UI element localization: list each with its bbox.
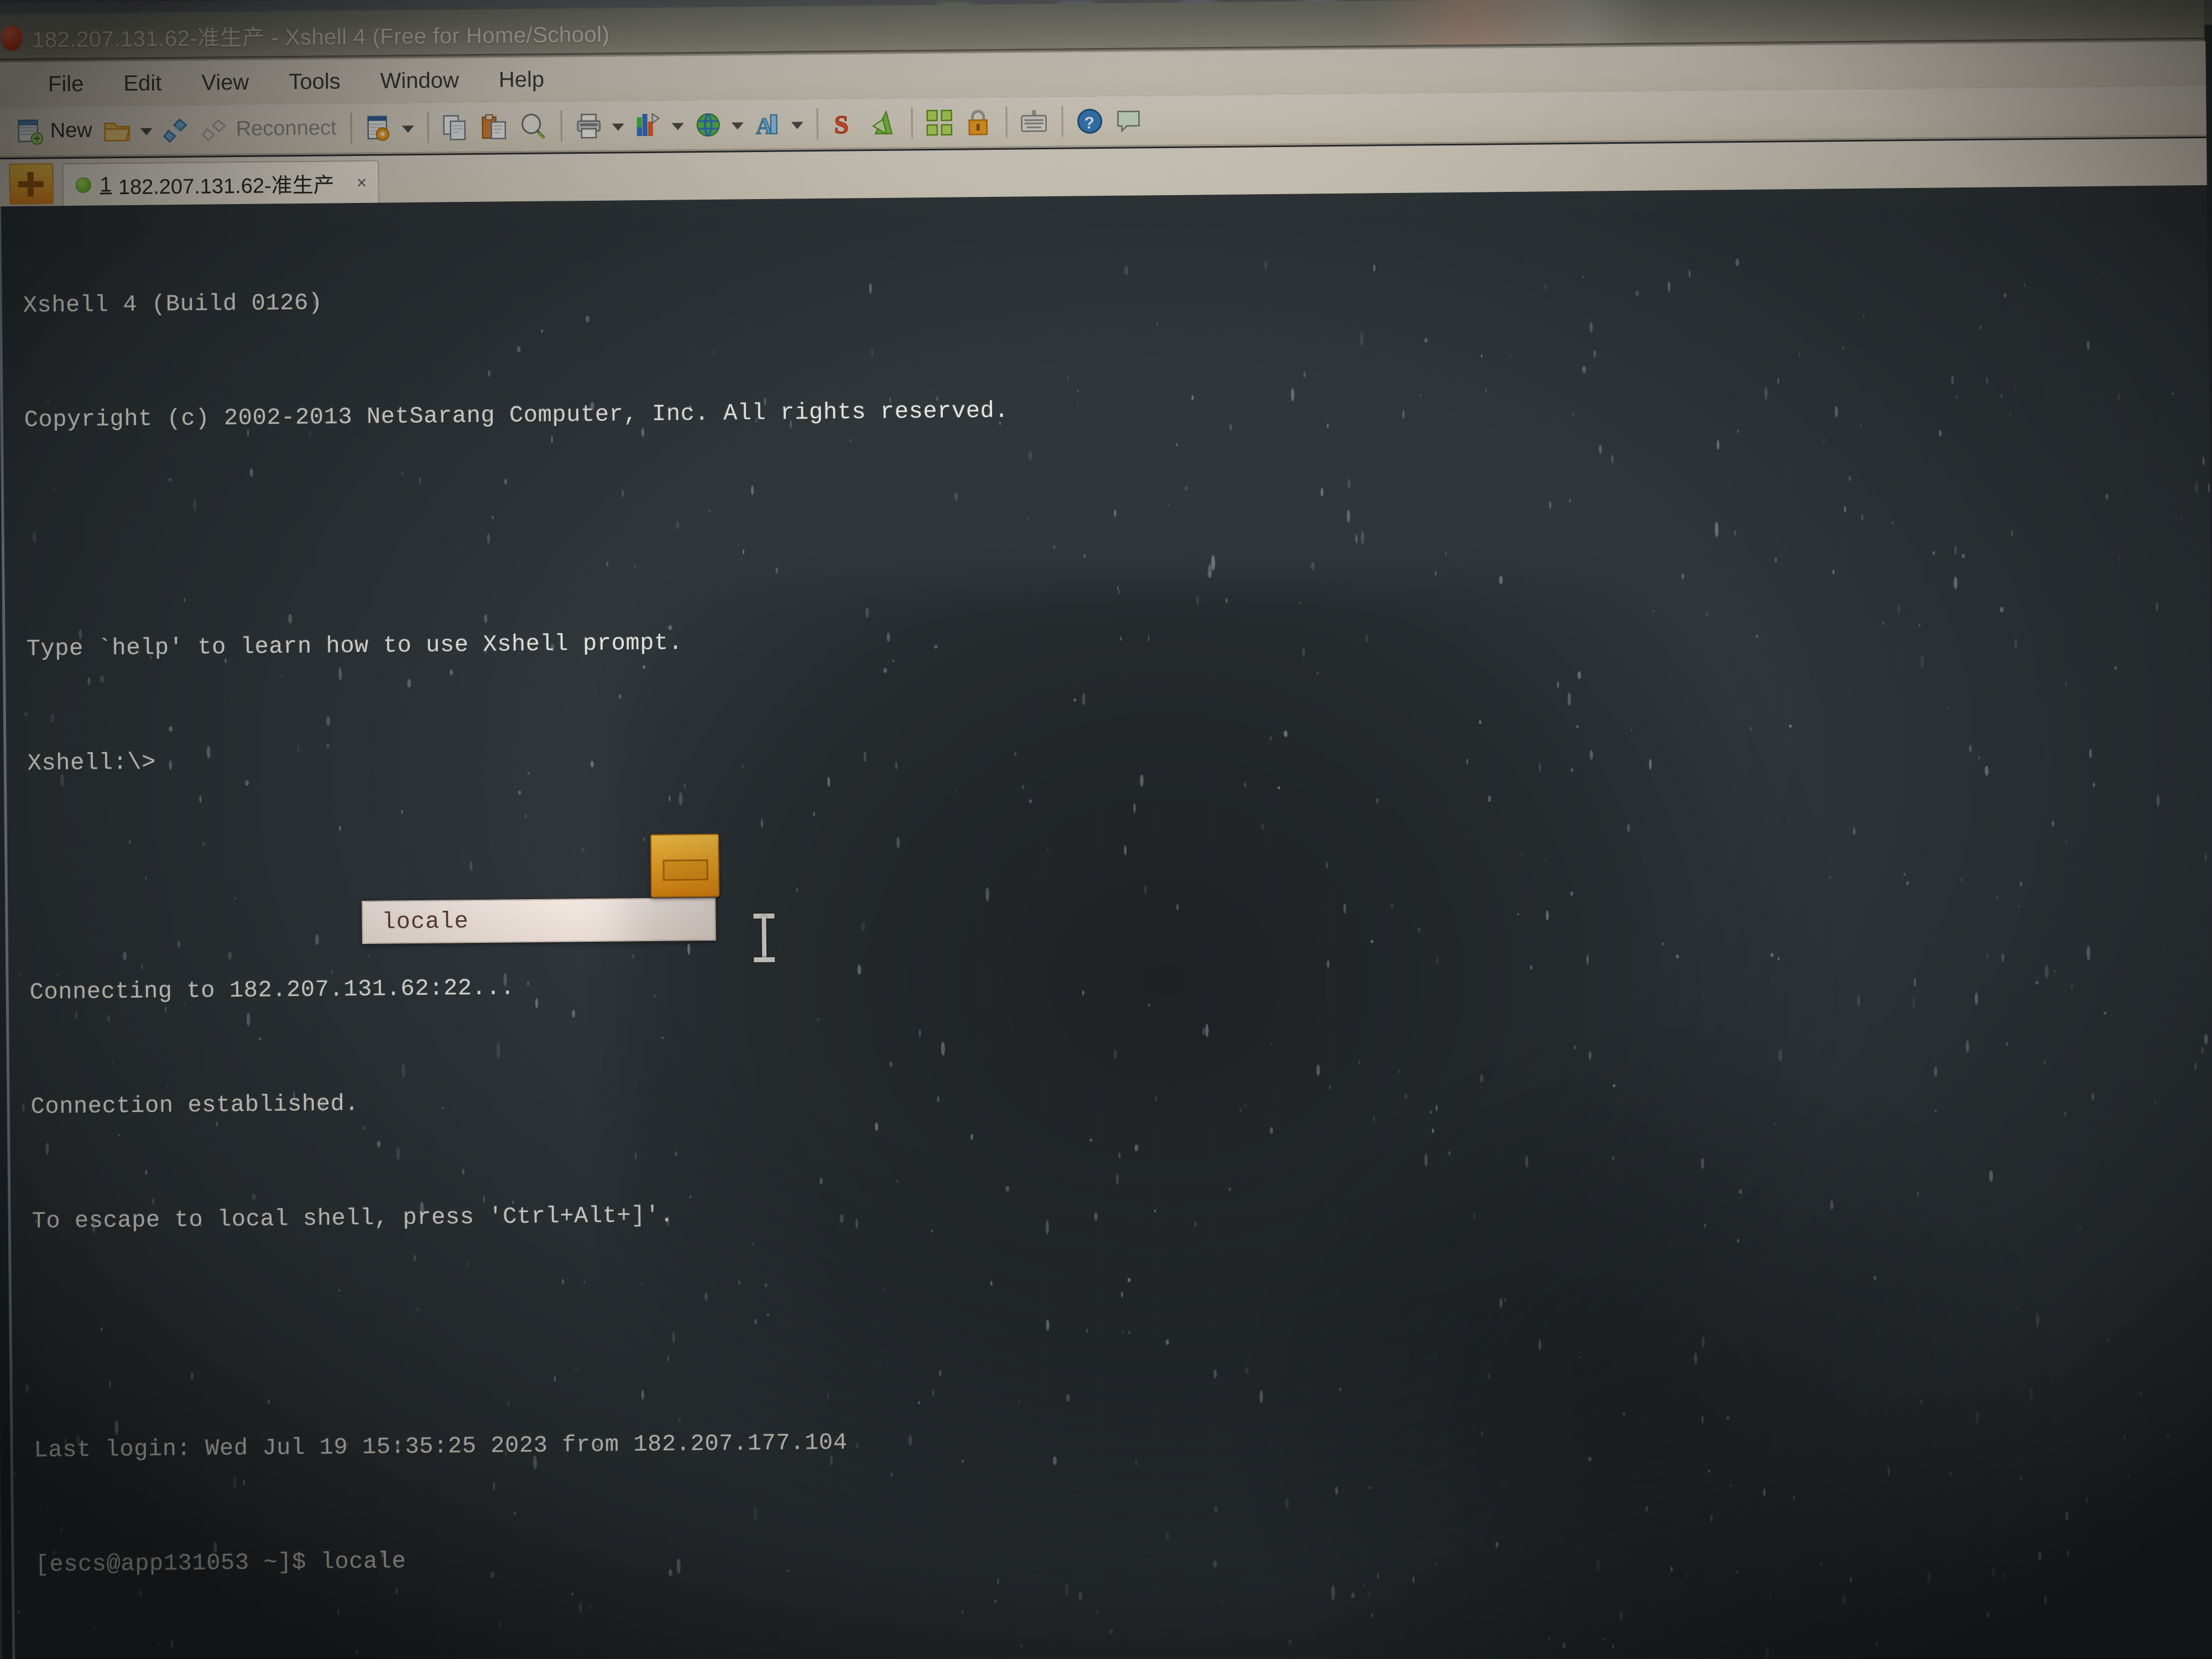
terminal-line: Connection established. xyxy=(30,1091,359,1120)
toolbar-separator xyxy=(816,108,818,139)
window-title: 182.207.131.62-准生产 - Xshell 4 (Free for … xyxy=(32,22,610,53)
tab-session-1[interactable]: 1 182.207.131.62-准生产 × xyxy=(62,160,379,207)
menu-help[interactable]: Help xyxy=(493,64,550,96)
comment-button[interactable] xyxy=(1109,100,1147,142)
plus-icon xyxy=(27,171,34,197)
print-button[interactable] xyxy=(570,105,608,147)
new-session-icon xyxy=(18,119,44,145)
find-button[interactable] xyxy=(514,106,552,147)
terminal-output[interactable]: Xshell 4 (Build 0126) Copyright (c) 2002… xyxy=(1,185,2212,1659)
ibeam-stem xyxy=(761,915,767,961)
xftp-icon xyxy=(872,109,893,135)
menu-file[interactable]: File xyxy=(43,68,90,100)
keyboard-icon xyxy=(1021,109,1047,132)
chart-button[interactable] xyxy=(629,105,667,146)
xshell-logo-icon xyxy=(0,23,24,53)
terminal-line-command: [escs@app131053 ~]$ locale xyxy=(35,1548,406,1578)
reconnect-button[interactable]: Reconnect xyxy=(196,108,341,150)
command-text: locale xyxy=(382,908,469,936)
session-manager-icon xyxy=(163,118,187,143)
reconnect-label: Reconnect xyxy=(236,116,337,141)
menu-window[interactable]: Window xyxy=(374,65,465,97)
terminal-panel[interactable]: Xshell 4 (Build 0126) Copyright (c) 2002… xyxy=(0,185,2212,1659)
sftp-button[interactable]: S xyxy=(826,103,864,144)
command-highlight-box[interactable]: locale xyxy=(362,897,716,944)
menu-view[interactable]: View xyxy=(196,66,255,98)
toolbar-separator xyxy=(1005,106,1008,138)
text-ibeam-cursor xyxy=(751,911,777,964)
new-session-label: New xyxy=(50,118,92,143)
open-folder-icon xyxy=(104,122,131,142)
sftp-icon: S xyxy=(833,109,849,137)
encoding-button[interactable] xyxy=(689,104,727,145)
copy-icon xyxy=(442,114,466,140)
terminal-line: Copyright (c) 2002-2013 NetSarang Comput… xyxy=(24,397,1009,434)
globe-icon xyxy=(696,113,720,137)
tab-number: 1 xyxy=(100,173,112,196)
comment-icon xyxy=(1117,110,1140,133)
terminal-line: Xshell:\> xyxy=(27,749,156,777)
open-session-button[interactable] xyxy=(98,109,136,151)
toolbar-separator xyxy=(350,112,352,144)
photographed-screen: 182.207.131.62-准生产 - Xshell 4 (Free for … xyxy=(0,0,2212,1659)
terminal-line: To escape to local shell, press 'Ctrl+Al… xyxy=(32,1202,675,1235)
globe-dropdown-caret[interactable] xyxy=(731,122,744,130)
fullscreen-button[interactable] xyxy=(920,102,958,143)
tab-title: 182.207.131.62-准生产 xyxy=(118,173,335,199)
svg-text:?: ? xyxy=(1084,114,1094,132)
sticky-note-icon[interactable] xyxy=(650,833,720,898)
paste-button[interactable] xyxy=(475,106,513,148)
transfer-dropdown-caret[interactable] xyxy=(401,126,414,133)
ibeam-bottom-cap xyxy=(754,957,775,963)
toolbar-separator xyxy=(427,112,429,143)
chart-icon xyxy=(637,112,660,136)
lock-icon xyxy=(968,109,988,135)
transfer-button[interactable] xyxy=(359,107,398,149)
lock-button[interactable] xyxy=(959,101,997,143)
keyboard-button[interactable] xyxy=(1015,101,1053,142)
terminal-line: LANG=zh_CN.UTF-8 xyxy=(36,1640,2212,1659)
terminal-line: Xshell 4 (Build 0126) xyxy=(23,289,323,319)
toolbar-separator xyxy=(560,110,562,142)
close-icon[interactable]: × xyxy=(356,172,367,192)
help-icon: ? xyxy=(1077,108,1102,134)
reconnect-icon xyxy=(202,119,226,141)
screen-glare xyxy=(1369,0,1657,50)
find-icon xyxy=(521,113,545,139)
session-manager-button[interactable] xyxy=(158,109,196,150)
toolbar-separator xyxy=(911,107,913,138)
font-dropdown-caret[interactable] xyxy=(791,122,804,129)
paste-icon xyxy=(481,114,506,139)
status-badge xyxy=(75,177,91,193)
transfer-file-icon xyxy=(367,115,389,141)
chart-dropdown-caret[interactable] xyxy=(671,123,684,131)
print-dropdown-caret[interactable] xyxy=(612,123,624,131)
monitor-surface: 182.207.131.62-准生产 - Xshell 4 (Free for … xyxy=(0,0,2212,1659)
help-button[interactable]: ? xyxy=(1071,100,1109,142)
xftp-button[interactable] xyxy=(864,102,902,144)
font-icon: A xyxy=(755,113,778,138)
terminal-line-last-login: Last login: Wed Jul 19 15:35:25 2023 fro… xyxy=(34,1429,848,1464)
new-tab-button[interactable] xyxy=(9,163,54,205)
terminal-line: Type `help' to learn how to use Xshell p… xyxy=(26,629,683,662)
menu-tools[interactable]: Tools xyxy=(283,66,346,98)
copy-button[interactable] xyxy=(436,106,474,148)
fullscreen-icon xyxy=(926,109,952,135)
open-folder-dropdown-caret[interactable] xyxy=(140,128,153,135)
menu-edit[interactable]: Edit xyxy=(118,67,167,100)
toolbar-separator xyxy=(1061,106,1063,137)
svg-text:S: S xyxy=(834,110,848,137)
terminal-line: Connecting to 182.207.131.62:22... xyxy=(29,974,515,1006)
print-icon xyxy=(577,113,601,138)
font-button[interactable]: A xyxy=(749,103,787,145)
new-session-button[interactable]: New xyxy=(11,110,97,152)
xshell-window: 182.207.131.62-准生产 - Xshell 4 (Free for … xyxy=(0,0,2212,1659)
